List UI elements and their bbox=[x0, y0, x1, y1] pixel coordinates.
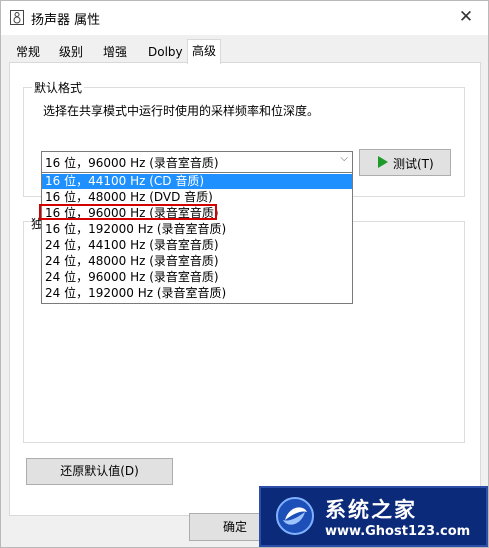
window-title: 扬声器 属性 bbox=[31, 13, 101, 28]
format-select[interactable]: 16 位，96000 Hz (录音室音质) ⌵ bbox=[41, 151, 353, 173]
watermark-logo-icon bbox=[276, 497, 314, 535]
format-option[interactable]: 16 位，48000 Hz (DVD 音质) bbox=[42, 190, 352, 205]
speaker-icon bbox=[10, 10, 24, 25]
tab-general[interactable]: 常规 bbox=[11, 41, 45, 63]
tab-dolby[interactable]: Dolby bbox=[143, 41, 188, 63]
watermark-banner: 系统之家 www.Ghost123.com bbox=[259, 486, 488, 547]
chevron-down-icon: ⌵ bbox=[340, 153, 348, 164]
format-option[interactable]: 24 位，192000 Hz (录音室音质) bbox=[42, 286, 352, 301]
test-button[interactable]: 测试(T) bbox=[359, 149, 451, 176]
format-description: 选择在共享模式中运行时使用的采样频率和位深度。 bbox=[43, 104, 320, 118]
tab-strip: 常规 级别 增强 Dolby 高级 bbox=[9, 39, 479, 64]
test-button-label: 测试(T) bbox=[393, 157, 434, 171]
title-bar: 扬声器 属性 ✕ bbox=[1, 1, 488, 35]
properties-window: 扬声器 属性 ✕ 常规 级别 增强 Dolby 高级 默认格式 独 选择在共享模… bbox=[0, 0, 489, 548]
format-option[interactable]: 16 位，44100 Hz (CD 音质) bbox=[42, 174, 352, 189]
close-button[interactable]: ✕ bbox=[452, 5, 480, 29]
format-option[interactable]: 24 位，44100 Hz (录音室音质) bbox=[42, 238, 352, 253]
watermark-url: www.Ghost123.com bbox=[325, 524, 471, 539]
format-option[interactable]: 16 位，192000 Hz (录音室音质) bbox=[42, 222, 352, 237]
format-option[interactable]: 24 位，96000 Hz (录音室音质) bbox=[42, 270, 352, 285]
restore-defaults-button[interactable]: 还原默认值(D) bbox=[26, 458, 173, 485]
format-option[interactable]: 24 位，48000 Hz (录音室音质) bbox=[42, 254, 352, 269]
watermark-title: 系统之家 bbox=[325, 498, 417, 522]
annotation-highlight-box bbox=[39, 204, 217, 220]
play-icon bbox=[378, 156, 388, 168]
tab-advanced[interactable]: 高级 bbox=[187, 39, 222, 64]
tab-enhancements[interactable]: 增强 bbox=[98, 41, 132, 63]
default-format-title: 默认格式 bbox=[32, 79, 85, 96]
tab-levels[interactable]: 级别 bbox=[54, 41, 88, 63]
format-select-value: 16 位，96000 Hz (录音室音质) bbox=[45, 156, 219, 170]
format-dropdown-list: 16 位，44100 Hz (CD 音质) 16 位，48000 Hz (DVD… bbox=[41, 172, 353, 304]
